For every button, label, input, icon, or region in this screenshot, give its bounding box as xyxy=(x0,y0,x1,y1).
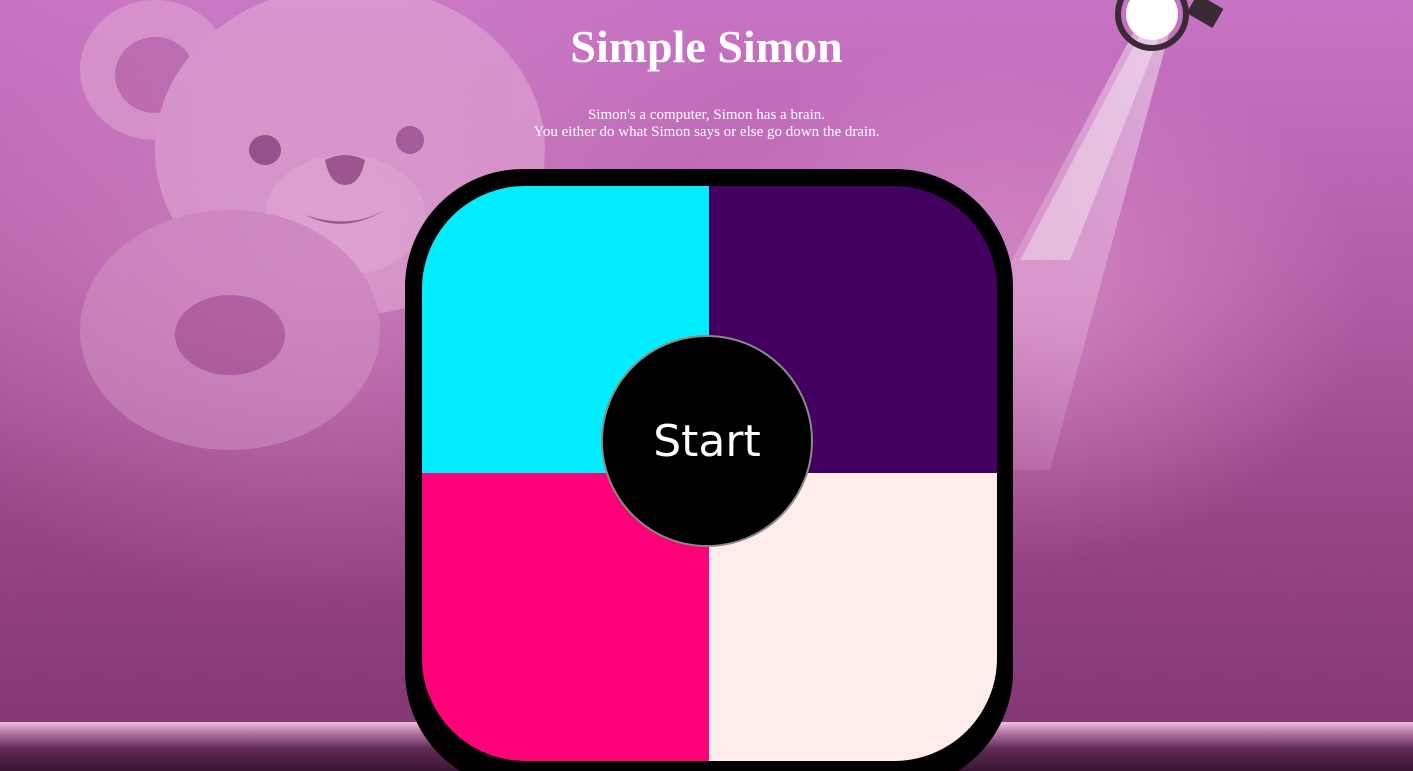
page-title: Simple Simon xyxy=(570,21,843,72)
tagline-line-1: Simon's a computer, Simon has a brain. xyxy=(587,107,826,123)
start-button[interactable]: Start xyxy=(601,335,813,547)
tagline-line-2: You either do what Simon says or else go… xyxy=(533,124,880,140)
tagline: Simon's a computer, Simon has a brain. Y… xyxy=(0,107,1413,141)
